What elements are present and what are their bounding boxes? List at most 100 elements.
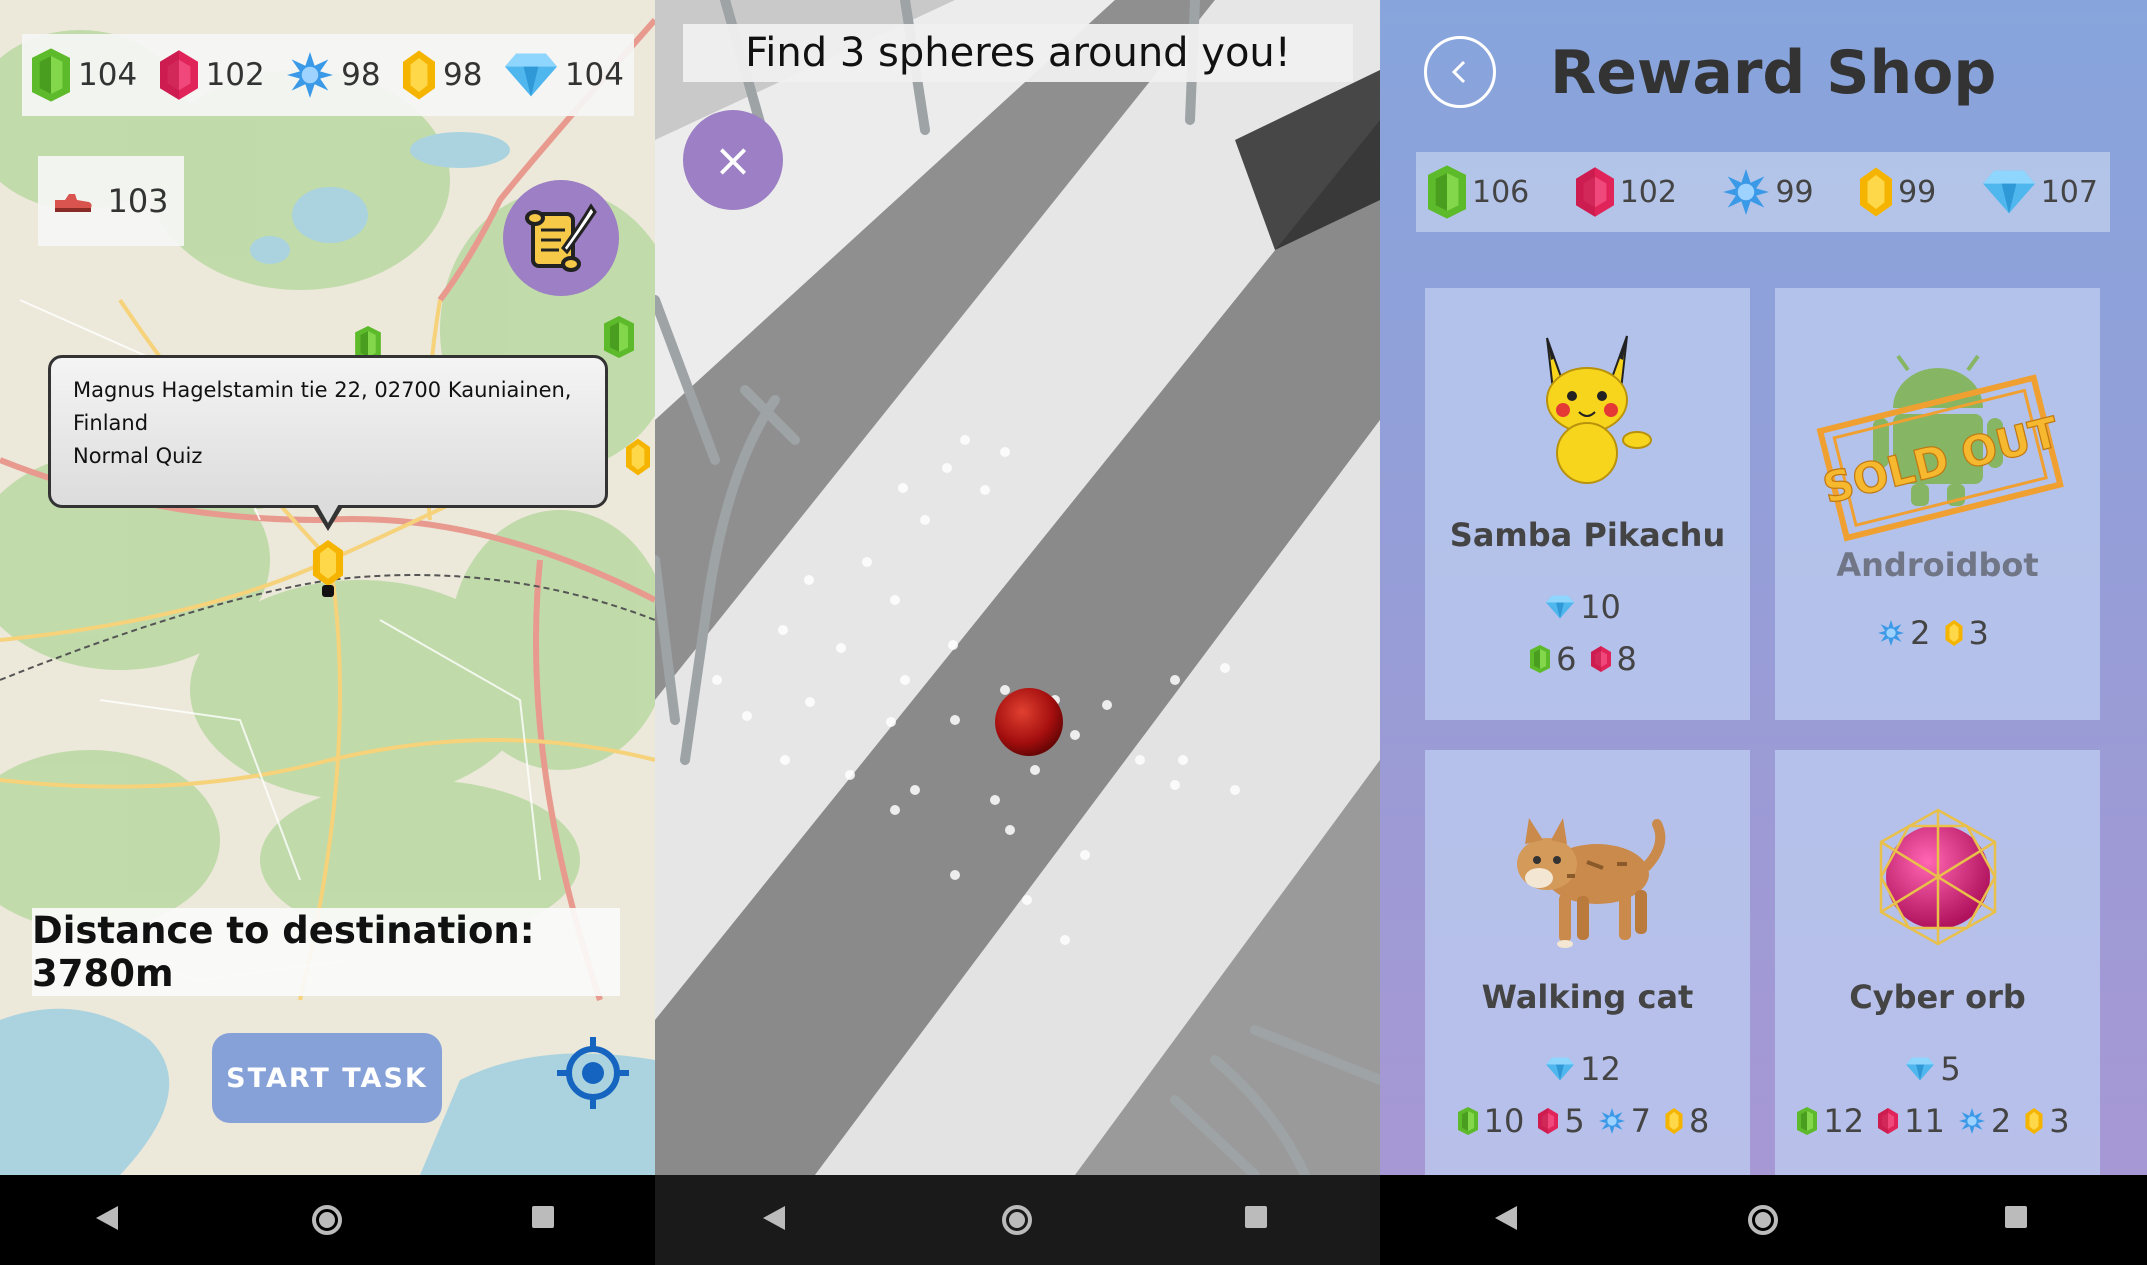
item-name: Cyber orb <box>1849 978 2026 1016</box>
back-button[interactable] <box>1424 36 1496 108</box>
my-location-icon[interactable] <box>555 1035 631 1111</box>
diamond-icon <box>1906 1057 1934 1081</box>
diamond-cost: 5 <box>1940 1050 1961 1088</box>
callout-task-type: Normal Quiz <box>73 444 203 468</box>
gem-diamond-count: 104 <box>564 57 624 93</box>
red-gem-icon <box>1576 167 1614 217</box>
gem-blue-star-count: 99 <box>1775 174 1814 210</box>
yellow-gem-icon <box>2025 1108 2043 1134</box>
green-cost: 12 <box>1823 1102 1865 1140</box>
diamond-icon <box>1546 595 1574 619</box>
scroll-quill-icon <box>525 203 597 272</box>
callout-address-line1: Magnus Hagelstamin tie 22, 02700 Kauniai… <box>73 378 572 402</box>
android-nav-bar <box>0 1175 655 1265</box>
red-cost: 8 <box>1616 640 1637 678</box>
red-cost: 11 <box>1904 1102 1945 1140</box>
back-nav-icon[interactable] <box>1491 1203 1525 1237</box>
yellow-cost: 3 <box>1968 614 1989 652</box>
gem-yellow: 99 <box>1860 167 1936 217</box>
gem-blue-star: 99 <box>1723 169 1814 215</box>
gem-red-count: 102 <box>1619 174 1677 210</box>
gem-diamond: 104 <box>505 53 624 97</box>
blue-star-gem-icon <box>1599 1108 1625 1134</box>
shop-item-samba-pikachu[interactable]: Samba Pikachu 10 6 8 <box>1425 288 1750 720</box>
home-nav-icon[interactable] <box>310 1203 344 1237</box>
shop-item-androidbot[interactable]: Androidbot SOLD OUT 2 3 <box>1775 288 2100 720</box>
yellow-gem-icon <box>403 50 435 100</box>
callout-address-line2: Finland <box>73 411 149 435</box>
home-nav-icon[interactable] <box>1000 1203 1034 1237</box>
page-title: Reward Shop <box>1550 38 1997 108</box>
start-task-button[interactable]: START TASK <box>212 1033 442 1123</box>
red-gem-icon <box>160 50 198 100</box>
blue-star-cost: 2 <box>1990 1102 2012 1140</box>
chevron-left-icon <box>1451 60 1466 84</box>
red-sphere[interactable] <box>995 688 1063 756</box>
gem-red-count: 102 <box>205 57 265 93</box>
yellow-cost: 8 <box>1689 1102 1710 1140</box>
recents-nav-icon[interactable] <box>2002 1203 2036 1237</box>
gem-prices: 10 5 7 8 <box>1425 1102 1750 1140</box>
gem-red: 102 <box>1576 167 1677 217</box>
item-name: Walking cat <box>1481 978 1694 1016</box>
recents-nav-icon[interactable] <box>1242 1203 1276 1237</box>
quest-log-button[interactable] <box>503 180 619 296</box>
android-nav-bar <box>1380 1175 2147 1265</box>
green-gem-icon <box>1530 645 1550 673</box>
blue-star-cost: 7 <box>1630 1102 1652 1140</box>
gem-blue-star-count: 98 <box>341 57 381 93</box>
pikachu-icon <box>1546 335 1652 484</box>
callout-pointer-fill <box>316 502 340 523</box>
gem-counter-bar: 104 102 98 98 104 <box>22 34 634 116</box>
yellow-cost: 3 <box>2049 1102 2070 1140</box>
close-icon: × <box>713 133 753 187</box>
close-ar-button[interactable]: × <box>683 110 783 210</box>
gem-yellow: 98 <box>403 50 482 100</box>
back-nav-icon[interactable] <box>759 1203 793 1237</box>
diamond-icon <box>1983 170 2035 214</box>
sold-out-stamp: SOLD OUT <box>1816 374 2064 542</box>
blue-star-gem-icon <box>287 52 333 98</box>
reward-shop-screen: Reward Shop 106 102 99 99 107 Samba Pika… <box>1380 0 2147 1265</box>
blue-star-cost: 2 <box>1910 614 1931 652</box>
red-gem-icon <box>1538 1108 1558 1134</box>
green-gem-icon <box>1428 165 1466 219</box>
diamond-cost: 12 <box>1580 1050 1621 1088</box>
blue-star-gem-icon <box>1723 169 1769 215</box>
gem-counter-bar: 106 102 99 99 107 <box>1416 152 2110 232</box>
green-gem-icon <box>32 48 70 102</box>
yellow-gem-icon <box>1945 620 1963 646</box>
map-screen: 104 102 98 98 104 103 Magnus Hagelstamin… <box>0 0 655 1265</box>
cat-icon <box>1517 818 1666 948</box>
recents-nav-icon[interactable] <box>529 1203 563 1237</box>
shop-item-cyber-orb[interactable]: Cyber orb 5 12 11 2 3 <box>1775 750 2100 1175</box>
yellow-gem-icon <box>1665 1108 1683 1134</box>
ar-instruction-banner: Find 3 spheres around you! <box>683 24 1353 82</box>
gem-prices: 12 11 2 3 <box>1775 1102 2100 1140</box>
gem-prices: 2 3 <box>1775 614 2100 652</box>
item-name: Samba Pikachu <box>1449 516 1726 554</box>
diamond-price: 12 <box>1425 1050 1750 1088</box>
cyber-orb-icon <box>1879 808 1997 946</box>
gem-yellow-count: 99 <box>1898 174 1937 210</box>
gem-diamond: 107 <box>1983 170 2098 214</box>
shop-item-walking-cat[interactable]: Walking cat 12 10 5 7 8 <box>1425 750 1750 1175</box>
green-gem-icon <box>1458 1107 1478 1135</box>
step-count: 103 <box>107 182 169 220</box>
location-callout[interactable]: Magnus Hagelstamin tie 22, 02700 Kauniai… <box>48 355 608 508</box>
diamond-price: 10 <box>1425 588 1750 626</box>
red-cost: 5 <box>1564 1102 1585 1140</box>
gem-yellow-count: 98 <box>442 57 483 93</box>
gem-prices: 6 8 <box>1425 640 1750 678</box>
back-nav-icon[interactable] <box>92 1203 126 1237</box>
ar-camera-screen: Find 3 spheres around you! × <box>655 0 1380 1265</box>
red-gem-icon <box>1878 1108 1898 1134</box>
green-cost: 10 <box>1483 1102 1525 1140</box>
shoe-icon <box>55 194 93 212</box>
gem-red: 102 <box>160 50 265 100</box>
diamond-icon <box>505 53 557 97</box>
distance-readout: Distance to destination: 3780m <box>32 908 620 996</box>
android-nav-bar <box>655 1175 1380 1265</box>
red-gem-icon <box>1591 646 1611 672</box>
home-nav-icon[interactable] <box>1746 1203 1780 1237</box>
